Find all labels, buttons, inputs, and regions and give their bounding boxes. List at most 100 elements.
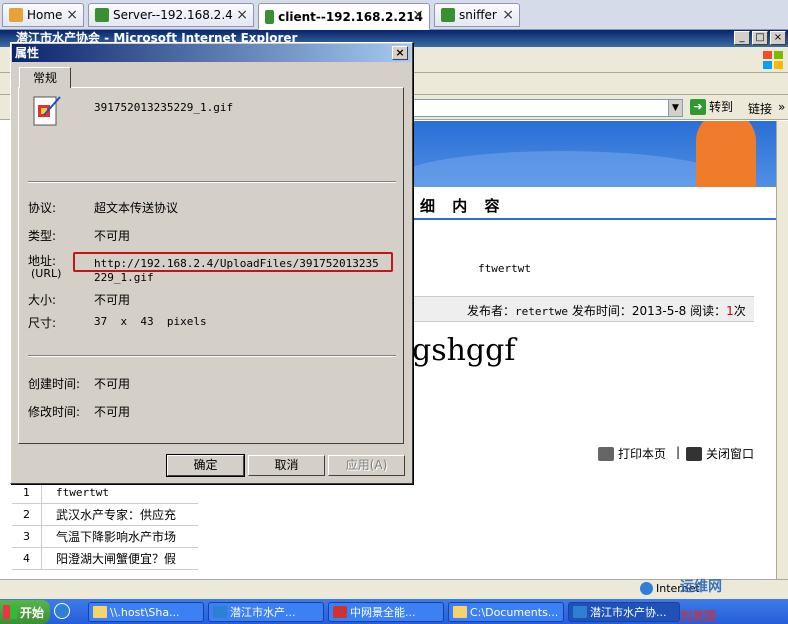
print-label: 打印本页: [618, 447, 667, 461]
tab-general[interactable]: 常规: [19, 67, 71, 88]
list-item[interactable]: 1 ftwertwt: [12, 482, 198, 504]
gif-file-icon: [33, 96, 61, 126]
section-title: 细 内 容: [420, 197, 506, 215]
ie-close-button[interactable]: ×: [770, 31, 786, 45]
article-title: ftwertwt: [478, 262, 531, 275]
list-item[interactable]: 2 武汉水产专家：供应充: [12, 504, 198, 526]
modified-value: 不可用: [94, 405, 131, 419]
tab-home[interactable]: Home ×: [2, 3, 84, 27]
start-button[interactable]: 开始: [0, 600, 50, 624]
watermark-line1: 运维网: [680, 579, 722, 595]
tab-server[interactable]: Server--192.168.2.4 ×: [88, 3, 254, 27]
links-extend[interactable]: »: [778, 100, 785, 114]
divider: [28, 355, 396, 357]
close-window-label: 关闭窗口: [706, 447, 755, 461]
link-separator: |: [676, 445, 681, 459]
task-label: 中网景全能...: [350, 606, 416, 619]
links-label[interactable]: 链接: [748, 100, 772, 117]
watermark: 运维网 刘发国: [680, 580, 722, 624]
ie-quicklaunch-icon[interactable]: [54, 603, 70, 619]
type-value: 不可用: [94, 229, 131, 243]
modified-label: 修改时间:: [28, 405, 81, 419]
ok-button[interactable]: 确定: [166, 454, 245, 477]
tab-client[interactable]: client--192.168.2.214 ×: [258, 3, 430, 30]
dimensions-value: 37 x 43 pixels: [94, 315, 207, 328]
minimize-button[interactable]: _: [734, 31, 750, 45]
task-label: C:\Documents...: [470, 605, 559, 619]
address-label-url: (URL): [31, 267, 62, 280]
cancel-button[interactable]: 取消: [248, 455, 325, 476]
time-label: 发布时间：: [568, 304, 632, 318]
vm-icon: [95, 8, 109, 22]
list-item[interactable]: 3 气温下降影响水产市场: [12, 526, 198, 548]
read-count: 1: [726, 304, 734, 318]
taskbar-item[interactable]: C:\Documents...: [448, 602, 564, 622]
rank-number: 2: [12, 504, 42, 525]
article-info: 发布者：retertwe 发布时间：2013-5-8 阅读：1次: [467, 302, 746, 319]
go-label: 转到: [709, 100, 734, 114]
publish-time: 2013-5-8: [631, 304, 687, 318]
go-arrow-icon: ➜: [690, 98, 706, 115]
close-icon[interactable]: ×: [66, 7, 78, 23]
floppy-icon: [686, 446, 702, 461]
taskbar-item-active[interactable]: 潜江市水产协...: [568, 602, 680, 622]
tab-label: client--192.168.2.214: [278, 9, 423, 24]
type-label: 类型:: [28, 229, 57, 243]
task-label: 潜江市水产...: [230, 606, 296, 619]
tab-label: Home: [27, 8, 63, 22]
tab-sniffer[interactable]: sniffer ×: [434, 3, 520, 27]
scrollbar[interactable]: [776, 121, 788, 579]
close-icon[interactable]: ×: [412, 7, 424, 23]
file-name: 391752013235229_1.gif: [94, 101, 234, 114]
print-link[interactable]: 打印本页: [598, 445, 666, 462]
go-button[interactable]: ➜ 转到: [690, 98, 733, 115]
size-value: 不可用: [94, 293, 131, 307]
maximize-button[interactable]: □: [752, 31, 768, 45]
taskbar-item[interactable]: 中网景全能...: [328, 602, 444, 622]
watermark-line2: 刘发国: [680, 609, 717, 623]
folder-icon: [453, 606, 467, 618]
reads-label: 阅读：: [686, 304, 727, 318]
ie-icon: [213, 606, 227, 618]
publisher: retertwe: [515, 305, 568, 318]
dialog-title: 属性: [12, 44, 411, 62]
globe-icon: [640, 582, 653, 595]
close-window-link[interactable]: 关闭窗口: [686, 445, 754, 462]
list-item[interactable]: 4 阳澄湖大闸蟹便宜？假: [12, 548, 198, 570]
dimensions-label: 尺寸:: [28, 316, 57, 330]
site-banner: [412, 121, 776, 187]
banner-figure: [696, 121, 756, 187]
publisher-label: 发布者：: [467, 304, 516, 318]
chevron-down-icon[interactable]: ▼: [668, 99, 683, 117]
vm-icon: [265, 9, 275, 24]
banner-wave: [412, 151, 732, 187]
windows-flag-icon: [3, 605, 17, 619]
close-icon[interactable]: ×: [502, 7, 514, 23]
url-highlight-box: [73, 252, 393, 272]
apply-button[interactable]: 应用(A): [328, 455, 405, 476]
tab-label: sniffer: [459, 8, 497, 22]
tab-label: Server--192.168.2.4: [113, 8, 233, 22]
taskbar-item[interactable]: 潜江市水产...: [208, 602, 324, 622]
address-input[interactable]: [408, 99, 670, 117]
app-icon: [333, 606, 347, 618]
ie-icon: [573, 606, 587, 618]
ie-window-buttons: _ □ ×: [734, 31, 786, 45]
start-label: 开始: [20, 605, 45, 620]
taskbar-item[interactable]: \\.host\Sha...: [88, 602, 204, 622]
rank-number: 3: [12, 526, 42, 547]
rank-text: ftwertwt: [56, 486, 109, 499]
windows-logo-icon: [763, 51, 783, 69]
close-icon[interactable]: ×: [236, 7, 248, 23]
rank-text: 武汉水产专家：供应充: [56, 508, 177, 522]
dialog-close-button[interactable]: ×: [392, 46, 408, 60]
article-body: gshggf: [412, 333, 516, 368]
task-label: \\.host\Sha...: [110, 605, 180, 619]
divider: [28, 181, 396, 183]
task-label: 潜江市水产协...: [590, 606, 667, 619]
rank-text: 阳澄湖大闸蟹便宜？假: [56, 552, 177, 566]
vm-icon: [441, 8, 455, 22]
rank-text: 气温下降影响水产市场: [56, 530, 177, 544]
rank-number: 4: [12, 548, 42, 569]
created-value: 不可用: [94, 377, 131, 391]
